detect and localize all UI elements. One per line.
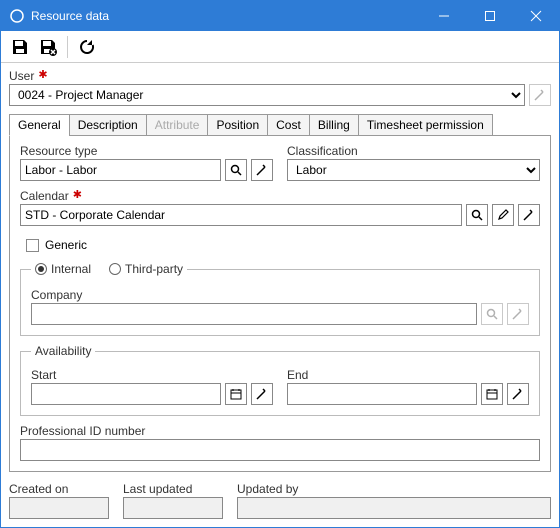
start-input[interactable] bbox=[31, 383, 221, 405]
calendar-edit-button[interactable] bbox=[492, 204, 514, 226]
generic-label: Generic bbox=[45, 238, 87, 252]
tabstrip: General Description Attribute Position C… bbox=[9, 114, 551, 136]
user-wand-button bbox=[529, 84, 551, 106]
tab-timesheet[interactable]: Timesheet permission bbox=[358, 114, 493, 136]
toolbar-separator bbox=[67, 36, 68, 58]
internal-radio[interactable]: Internal bbox=[35, 262, 91, 276]
tab-position[interactable]: Position bbox=[207, 114, 268, 136]
toolbar bbox=[1, 31, 559, 63]
availability-fieldset: Availability Start bbox=[20, 344, 540, 416]
radio-unchecked-icon bbox=[109, 263, 121, 275]
end-input[interactable] bbox=[287, 383, 477, 405]
titlebar: Resource data bbox=[1, 1, 559, 31]
tab-billing[interactable]: Billing bbox=[309, 114, 359, 136]
last-updated-label: Last updated bbox=[123, 482, 223, 496]
thirdparty-label: Third-party bbox=[125, 262, 183, 276]
prof-id-label: Professional ID number bbox=[20, 424, 540, 438]
resource-type-wand-button[interactable] bbox=[251, 159, 273, 181]
internal-label: Internal bbox=[51, 262, 91, 276]
last-updated-value bbox=[123, 497, 223, 519]
thirdparty-radio[interactable]: Third-party bbox=[109, 262, 183, 276]
start-label: Start bbox=[31, 368, 273, 382]
tab-attribute: Attribute bbox=[146, 114, 209, 136]
resource-type-label: Resource type bbox=[20, 144, 273, 158]
refresh-button[interactable] bbox=[74, 34, 100, 60]
minimize-button[interactable] bbox=[421, 1, 467, 31]
resource-type-search-button[interactable] bbox=[225, 159, 247, 181]
checkbox-icon bbox=[26, 239, 39, 252]
created-on-value bbox=[9, 497, 109, 519]
tab-general[interactable]: General bbox=[9, 114, 70, 136]
availability-legend: Availability bbox=[31, 344, 95, 358]
company-label: Company bbox=[31, 288, 529, 302]
required-icon: ✱ bbox=[73, 188, 82, 201]
start-wand-button[interactable] bbox=[251, 383, 273, 405]
source-fieldset: Internal Third-party Company bbox=[20, 262, 540, 336]
tab-description[interactable]: Description bbox=[69, 114, 147, 136]
prof-id-input[interactable] bbox=[20, 439, 540, 461]
close-button[interactable] bbox=[513, 1, 559, 31]
tabpanel-general: Resource type Classification Labor bbox=[9, 135, 551, 472]
resource-type-input[interactable] bbox=[20, 159, 221, 181]
updated-by-label: Updated by bbox=[237, 482, 551, 496]
tab-cost[interactable]: Cost bbox=[267, 114, 310, 136]
end-wand-button[interactable] bbox=[507, 383, 529, 405]
user-label: User bbox=[9, 69, 34, 83]
calendar-label: Calendar bbox=[20, 189, 69, 203]
save-exit-button[interactable] bbox=[35, 34, 61, 60]
company-wand-button bbox=[507, 303, 529, 325]
footer: Created on Last updated Updated by bbox=[1, 478, 559, 527]
required-icon: ✱ bbox=[38, 68, 47, 81]
updated-by-value bbox=[237, 497, 551, 519]
end-calendar-button[interactable] bbox=[481, 383, 503, 405]
save-button[interactable] bbox=[7, 34, 33, 60]
start-calendar-button[interactable] bbox=[225, 383, 247, 405]
app-icon bbox=[9, 8, 25, 24]
calendar-input[interactable] bbox=[20, 204, 462, 226]
classification-select[interactable]: Labor bbox=[287, 159, 540, 181]
company-search-button bbox=[481, 303, 503, 325]
classification-label: Classification bbox=[287, 144, 540, 158]
end-label: End bbox=[287, 368, 529, 382]
radio-checked-icon bbox=[35, 263, 47, 275]
window-title: Resource data bbox=[31, 9, 421, 23]
calendar-search-button[interactable] bbox=[466, 204, 488, 226]
calendar-wand-button[interactable] bbox=[518, 204, 540, 226]
generic-checkbox[interactable]: Generic bbox=[26, 238, 540, 252]
created-on-label: Created on bbox=[9, 482, 109, 496]
maximize-button[interactable] bbox=[467, 1, 513, 31]
user-select[interactable]: 0024 - Project Manager bbox=[9, 84, 525, 106]
company-input bbox=[31, 303, 477, 325]
